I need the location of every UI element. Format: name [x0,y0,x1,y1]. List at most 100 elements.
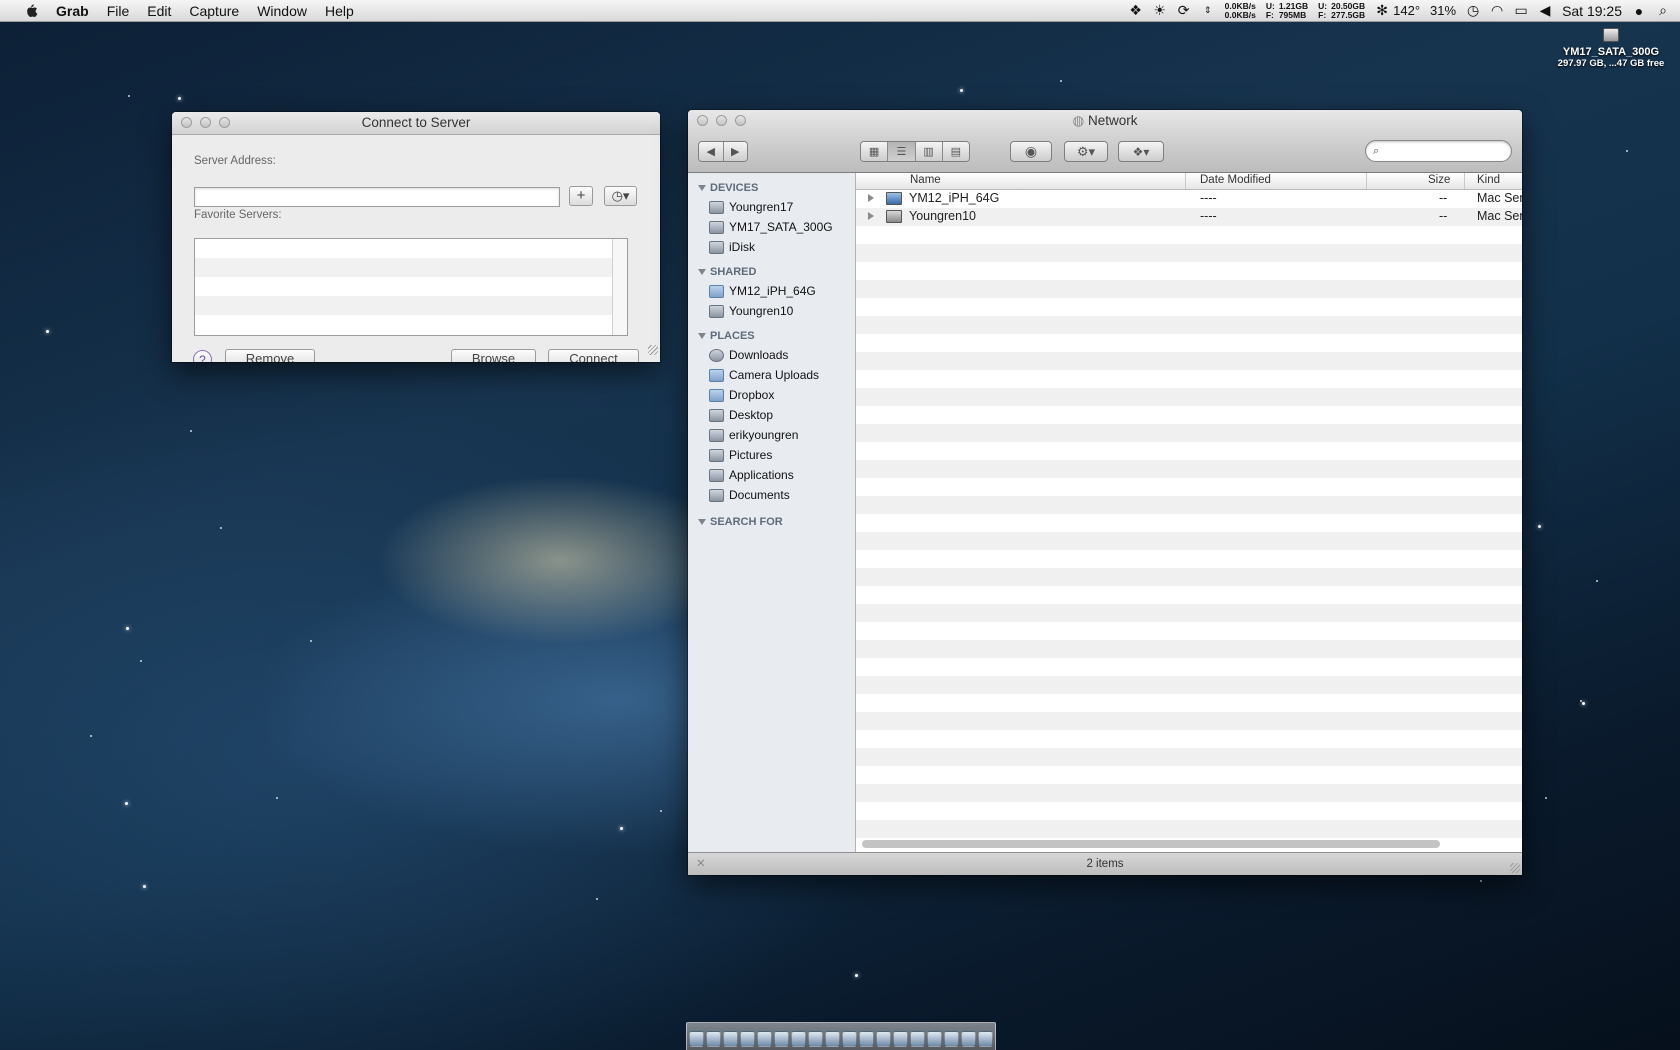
edit-lock-icon[interactable]: ✕ [696,853,706,875]
add-favorite-button[interactable]: + [569,186,593,206]
sync-icon[interactable]: ⟳ [1177,2,1191,19]
connect-button[interactable]: Connect [548,349,639,362]
zoom-button[interactable] [735,115,746,126]
file-list[interactable]: Name Date Modified Size Kind YM12_iPH_64… [856,173,1522,852]
fan-icon[interactable]: ✻ [1375,2,1389,19]
menu-app-name[interactable]: Grab [56,3,98,19]
sidebar-item-pictures[interactable]: Pictures [688,445,855,465]
sidebar-item-documents[interactable]: Documents [688,485,855,505]
icon-view-icon[interactable]: ▦ [861,142,889,161]
time-machine-icon[interactable]: ◷ [1466,2,1480,19]
search-input[interactable]: ⌕ [1365,140,1512,162]
disclosure-triangle-icon[interactable] [868,212,874,220]
title-bar[interactable]: Connect to Server [172,112,660,135]
remove-button[interactable]: Remove [225,349,315,362]
contacts-dock-icon[interactable] [791,1031,806,1047]
system-preferences-dock-icon[interactable] [893,1031,908,1047]
network-speed[interactable]: 0.0KB/s 0.0KB/s [1225,1,1256,20]
brightness-icon[interactable]: ☀ [1153,2,1167,19]
list-item[interactable] [195,296,627,315]
dropbox-menu-button[interactable]: ❖▾ [1118,141,1164,162]
minimize-button[interactable] [200,117,211,128]
wifi-icon[interactable]: ◠ [1490,2,1504,19]
list-item[interactable] [195,258,627,277]
column-kind[interactable]: Kind [1477,174,1500,186]
terminal-dock-icon[interactable] [927,1031,942,1047]
preview-dock-icon[interactable] [876,1031,891,1047]
trash-icon[interactable] [978,1031,993,1047]
safari-dock-icon[interactable] [740,1031,755,1047]
display-icon[interactable]: ▭ [1514,2,1528,19]
column-date-modified[interactable]: Date Modified [1200,174,1271,186]
column-name[interactable]: Name [910,174,941,186]
notes-dock-icon[interactable] [825,1031,840,1047]
view-mode-control[interactable]: ▦ ☰ ▥ ▤ [860,141,970,162]
title-bar[interactable]: ◍ Network [688,110,1522,132]
sidebar-header-shared[interactable]: SHARED [688,263,855,281]
vertical-scrollbar[interactable] [612,239,627,335]
sidebar-item-ym17-sata[interactable]: YM17_SATA_300G [688,217,855,237]
column-view-icon[interactable]: ▥ [915,142,943,161]
menu-capture[interactable]: Capture [180,3,248,19]
resize-grip[interactable] [648,345,658,355]
help-button[interactable]: ? [193,350,212,362]
disk-values[interactable]: 20.50GB 277.5GB [1331,1,1365,20]
sidebar-item-home[interactable]: erikyoungren [688,425,855,445]
sidebar-header-search-for[interactable]: SEARCH FOR [688,513,855,531]
sidebar-item-ym12[interactable]: YM12_iPH_64G [688,281,855,301]
list-item[interactable] [195,277,627,296]
sidebar-item-applications[interactable]: Applications [688,465,855,485]
spotlight-icon[interactable]: ⌕ [1656,2,1670,19]
browse-button[interactable]: Browse [451,349,536,362]
sidebar-header-devices[interactable]: DEVICES [688,179,855,197]
menu-file[interactable]: File [98,3,139,19]
minimize-button[interactable] [716,115,727,126]
resize-grip[interactable] [1510,863,1520,873]
downloads-stack-icon[interactable] [944,1031,959,1047]
calendar-dock-icon[interactable] [808,1031,823,1047]
disclosure-triangle-icon[interactable] [868,194,874,202]
sidebar-item-desktop[interactable]: Desktop [688,405,855,425]
favorite-servers-list[interactable] [194,238,628,336]
table-row[interactable]: YM12_iPH_64G ---- -- Mac Server [856,190,1522,208]
user-icon[interactable]: ● [1632,3,1646,19]
dropbox-icon[interactable]: ❖ [1129,2,1143,19]
list-item[interactable] [195,315,627,334]
table-row[interactable]: Youngren10 ---- -- Mac Server [856,208,1522,226]
temperature-readout[interactable]: 142° [1393,3,1420,18]
list-item[interactable] [195,239,627,258]
back-forward-control[interactable]: ◀ ▶ [698,141,748,162]
close-button[interactable] [181,117,192,128]
messages-dock-icon[interactable] [757,1031,772,1047]
sidebar-item-dropbox[interactable]: Dropbox [688,385,855,405]
sidebar-item-idisk[interactable]: iDisk [688,237,855,257]
grab-dock-icon[interactable] [910,1031,925,1047]
menu-window[interactable]: Window [248,3,316,19]
sidebar-item-youngren17[interactable]: Youngren17 [688,197,855,217]
app-store-dock-icon[interactable] [859,1031,874,1047]
sidebar-item-youngren10[interactable]: Youngren10 [688,301,855,321]
apple-icon[interactable] [20,3,42,18]
list-view-icon[interactable]: ☰ [888,142,916,161]
volume-icon[interactable]: ◀ [1538,2,1552,19]
sidebar-item-camera-uploads[interactable]: Camera Uploads [688,365,855,385]
launchpad-dock-icon[interactable] [723,1031,738,1047]
sidebar-item-downloads[interactable]: Downloads [688,345,855,365]
menu-help[interactable]: Help [316,3,363,19]
dashboard-dock-icon[interactable] [706,1031,721,1047]
recent-servers-button[interactable]: ◷▾ [604,186,637,206]
clock[interactable]: Sat 19:25 [1562,3,1622,19]
desktop-drive[interactable]: YM17_SATA_300G 297.97 GB, ...47 GB free [1548,28,1674,69]
quick-look-button[interactable]: ◉ [1010,141,1052,162]
itunes-dock-icon[interactable] [842,1031,857,1047]
back-icon[interactable]: ◀ [699,142,724,161]
horizontal-scrollbar[interactable] [862,840,1440,848]
close-button[interactable] [697,115,708,126]
zoom-button[interactable] [219,117,230,128]
finder-dock-icon[interactable] [689,1031,704,1047]
action-menu-button[interactable]: ⚙▾ [1064,141,1108,162]
documents-stack-icon[interactable] [961,1031,976,1047]
sidebar-header-places[interactable]: PLACES [688,327,855,345]
column-size[interactable]: Size [1428,174,1450,186]
forward-icon[interactable]: ▶ [723,142,747,161]
